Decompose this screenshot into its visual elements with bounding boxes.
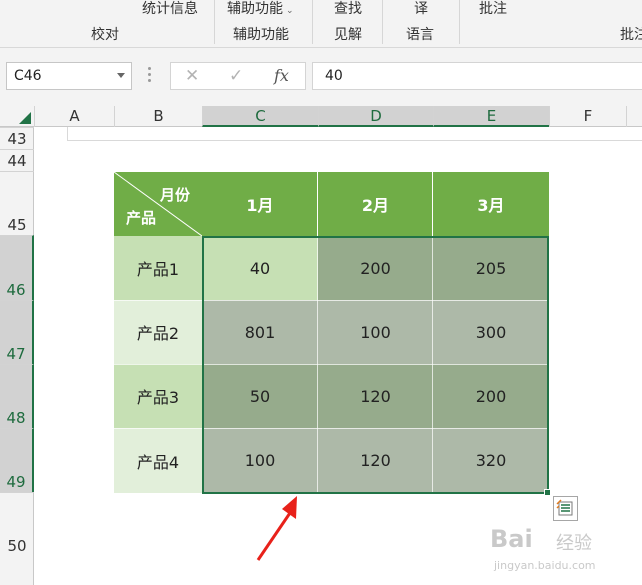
- watermark-url: jingyan.baidu.com: [494, 559, 596, 572]
- watermark-brand: Bai: [490, 525, 533, 553]
- watermark-jingyan: 经验: [556, 533, 592, 554]
- red-arrow: [256, 496, 297, 561]
- watermark: Bai 经验 jingyan.baidu.com: [490, 525, 640, 585]
